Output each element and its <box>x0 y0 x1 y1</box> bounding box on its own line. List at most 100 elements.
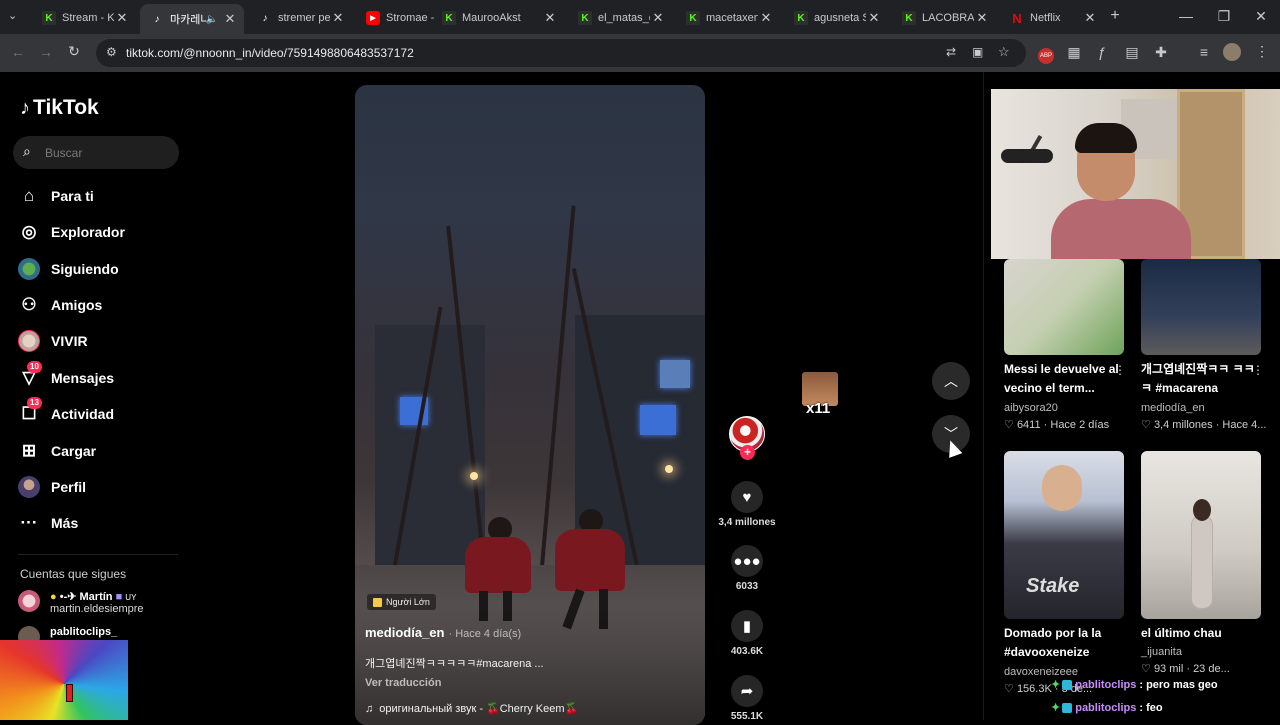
more-options-icon[interactable]: ⋮ <box>1114 363 1126 377</box>
video-thumbnail[interactable]: Stake <box>1004 451 1124 619</box>
adblock-icon[interactable]: ABP <box>1038 48 1054 64</box>
avatar <box>18 590 40 612</box>
back-button[interactable]: ← <box>8 44 28 60</box>
browser-tab-4[interactable]: K MaurooAkst ✕ <box>432 6 564 30</box>
video-card-title[interactable]: el último chau <box>1141 624 1261 643</box>
streamer-body <box>1051 199 1191 259</box>
logo-text: TikTok <box>33 96 99 119</box>
site-info-icon[interactable]: ⚙ <box>106 45 117 59</box>
close-window-button[interactable]: ✕ <box>1251 8 1271 25</box>
tab-search-icon[interactable]: ⌄ <box>8 9 17 22</box>
reload-button[interactable]: ↻ <box>64 43 84 60</box>
save-button[interactable]: ▮ 403.6K <box>718 610 776 657</box>
sidebar-divider <box>18 554 178 555</box>
close-tab-icon[interactable]: ✕ <box>222 11 238 27</box>
close-tab-icon[interactable]: ✕ <box>1082 10 1098 26</box>
nav-mas[interactable]: ··· Más <box>18 510 79 536</box>
video-card-title[interactable]: Messi le devuelve al vecino el term... <box>1004 360 1124 398</box>
close-tab-icon[interactable]: ✕ <box>866 10 882 26</box>
activity-badge: 13 <box>27 397 42 409</box>
browser-tab-9[interactable]: N Netflix ✕ <box>1000 6 1104 30</box>
comment-button[interactable]: ●●● 6033 <box>718 545 776 592</box>
menu-icon[interactable]: ⋮ <box>1252 43 1272 60</box>
chat-text: : pero mas geo <box>1139 678 1218 691</box>
new-tab-button[interactable]: + <box>1106 7 1124 25</box>
more-options-icon[interactable]: ⋮ <box>1252 363 1264 377</box>
extension-icon[interactable]: ▤ <box>1122 44 1142 61</box>
browser-tab-6[interactable]: K macetaxene ✕ <box>676 6 780 30</box>
video-author[interactable]: mediodía_en · Hace 4 día(s) <box>365 625 521 640</box>
close-tab-icon[interactable]: ✕ <box>650 10 666 26</box>
video-card-title[interactable]: Domado por la la #davooxeneize <box>1004 624 1124 662</box>
video-card-author[interactable]: mediodía_en <box>1141 402 1205 414</box>
close-tab-icon[interactable]: ✕ <box>974 10 990 26</box>
speaker-icon[interactable]: 🔈 <box>206 14 218 25</box>
nav-actividad[interactable]: ☐ 13 Actividad <box>18 397 114 427</box>
nav-perfil[interactable]: Perfil <box>18 474 86 500</box>
video-thumbnail[interactable] <box>1004 259 1124 355</box>
following-account-martin[interactable]: ● •-✈ Martín ■ UY martin.eldesiempre <box>18 590 144 615</box>
like-button[interactable]: ♥ 3,4 millones <box>718 481 776 528</box>
browser-tab-1[interactable]: ♪ 마카레나 🔈 ✕ <box>140 4 244 34</box>
search-input[interactable]: ⌕ Buscar <box>13 136 179 169</box>
video-card-title[interactable]: 개그엽녜진짝ㅋㅋ ㅋㅋㅋ #macarena <box>1141 360 1261 398</box>
kick-icon: K <box>442 11 456 25</box>
browser-tab-8[interactable]: K LACOBRAA ✕ <box>892 6 996 30</box>
close-tab-icon[interactable]: ✕ <box>542 10 558 26</box>
extensions-puzzle-icon[interactable]: ✚ <box>1151 44 1171 61</box>
nav-vivir[interactable]: VIVIR <box>18 328 88 354</box>
save-count: 403.6K <box>730 646 764 657</box>
extension-icon[interactable]: ▦ <box>1064 44 1084 61</box>
close-tab-icon[interactable]: ✕ <box>758 10 774 26</box>
share-button[interactable]: ➦ 555.1K <box>718 675 776 722</box>
video-card-author[interactable]: _ijuanita <box>1141 646 1182 658</box>
message-icon: ▽ 10 <box>18 361 42 389</box>
maximize-button[interactable]: ❐ <box>1214 8 1234 25</box>
video-caption[interactable]: 개그엽녜진짝ㅋㅋㅋㅋㅋ#macarena ... <box>365 655 544 671</box>
close-tab-icon[interactable]: ✕ <box>114 10 130 26</box>
video-player[interactable]: Người Lớn mediodía_en · Hace 4 día(s) 개그엽… <box>355 85 705 725</box>
video-thumbnail[interactable] <box>1141 451 1261 619</box>
search-icon: ⌕ <box>23 143 31 159</box>
sound-link[interactable]: ♫ оригинальный звук - 🍒Cherry Keem🍒 <box>365 702 578 716</box>
close-tab-icon[interactable]: ✕ <box>330 10 346 26</box>
browser-tab-bar: ⌄ K Stream - Kic ✕ ♪ 마카레나 🔈 ✕ ♪ stremer … <box>0 0 1280 34</box>
video-card-author[interactable]: aibysora20 <box>1004 402 1058 414</box>
follow-plus-button[interactable]: + <box>740 445 755 460</box>
previous-video-button[interactable]: ︿ <box>932 362 970 400</box>
browser-tab-2[interactable]: ♪ stremer pel ✕ <box>248 6 352 30</box>
cast-icon[interactable]: ▣ <box>972 45 983 59</box>
streamer-webcam-overlay <box>991 89 1280 259</box>
translate-link[interactable]: Ver traducción <box>365 677 441 689</box>
browser-tab-0[interactable]: K Stream - Kic ✕ <box>32 6 136 30</box>
browser-tab-7[interactable]: K agusneta St ✕ <box>784 6 888 30</box>
forward-button[interactable]: → <box>36 44 56 60</box>
address-bar[interactable]: ⚙ tiktok.com/@nnoonn_in/video/7591498806… <box>96 39 1026 67</box>
bookmark-star-icon[interactable]: ☆ <box>998 44 1010 60</box>
live-avatar-icon <box>18 330 40 352</box>
tab-title: el_matas_ca <box>598 12 650 24</box>
nav-mensajes[interactable]: ▽ 10 Mensajes <box>18 361 114 391</box>
browser-tab-5[interactable]: K el_matas_ca ✕ <box>568 6 672 30</box>
nav-siguiendo[interactable]: Siguiendo <box>18 256 119 282</box>
profile-avatar-icon[interactable] <box>1223 43 1241 61</box>
nav-para-ti[interactable]: ⌂ Para ti <box>18 183 94 209</box>
video-card-author[interactable]: davoxeneizeee <box>1004 666 1078 678</box>
tiktok-logo[interactable]: ♪ TikTok <box>20 96 99 120</box>
badge-icon: ■ <box>115 591 123 603</box>
heart-icon: ♥ <box>731 481 763 513</box>
like-count: 3,4 millones <box>718 517 776 528</box>
nav-amigos[interactable]: ⚇ Amigos <box>18 292 102 318</box>
nav-explorador[interactable]: ◎ Explorador <box>18 219 125 245</box>
heart-outline-icon: ♡ <box>1141 663 1151 675</box>
nav-cargar[interactable]: ⊞ Cargar <box>18 438 96 464</box>
video-thumbnail[interactable] <box>1141 259 1261 355</box>
extension-icon[interactable]: ƒ <box>1092 44 1112 60</box>
minimize-button[interactable]: — <box>1176 8 1196 24</box>
chat-message: ✦ pablitoclips : feo <box>1051 701 1163 715</box>
home-icon: ⌂ <box>23 186 35 205</box>
kick-icon: K <box>686 11 700 25</box>
media-control-icon[interactable]: ≡ <box>1194 44 1214 60</box>
translate-icon[interactable]: ⇄ <box>946 45 956 59</box>
content-tag[interactable]: Người Lớn <box>367 594 436 610</box>
